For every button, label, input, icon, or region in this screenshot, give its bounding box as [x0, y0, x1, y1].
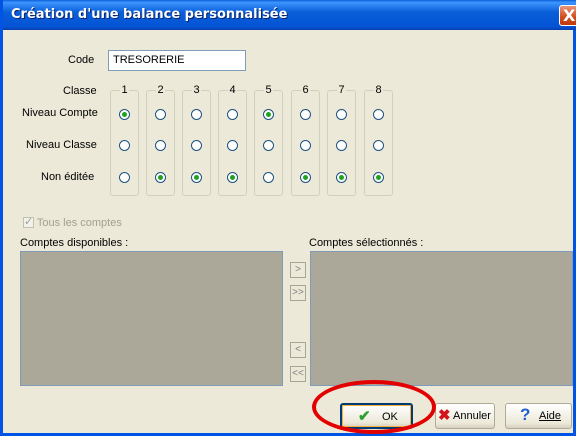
classe-group-4: 4 [218, 84, 247, 196]
cancel-button[interactable]: ✖ Annuler [435, 403, 495, 429]
all-accounts-label: Tous les comptes [36, 217, 122, 229]
dialog-window: Création d'une balance personnalisée X C… [0, 0, 576, 436]
classe-number: 5 [255, 84, 282, 96]
row-label-niveau-classe: Niveau Classe [26, 139, 97, 151]
classe-number-label: 2 [156, 84, 165, 96]
ok-button[interactable]: ✔ OK [340, 403, 413, 429]
radio-classe-6-row-1[interactable] [300, 109, 311, 120]
radio-classe-8-row-1[interactable] [373, 109, 384, 120]
classe-number: 8 [365, 84, 392, 96]
radio-classe-7-row-2[interactable] [336, 140, 347, 151]
help-label: Aide [539, 410, 562, 422]
classe-number-label: 4 [228, 84, 237, 96]
close-icon: X [563, 6, 576, 25]
help-button[interactable]: ? Aide [505, 403, 572, 429]
ok-label: OK [382, 411, 398, 423]
radio-classe-7-row-1[interactable] [336, 109, 347, 120]
classe-group-8: 8 [364, 84, 393, 196]
classe-number-label: 5 [264, 84, 273, 96]
classe-number: 7 [328, 84, 355, 96]
code-input[interactable]: TRESORERIE [108, 50, 246, 71]
radio-classe-1-row-1[interactable] [119, 109, 130, 120]
classe-group-2: 2 [146, 84, 175, 196]
radio-classe-2-row-2[interactable] [155, 140, 166, 151]
radio-classe-8-row-2[interactable] [373, 140, 384, 151]
radio-classe-3-row-2[interactable] [191, 140, 202, 151]
classe-group-7: 7 [327, 84, 356, 196]
radio-classe-1-row-3[interactable] [119, 172, 130, 183]
radio-classe-7-row-3[interactable] [336, 172, 347, 183]
radio-classe-3-row-3[interactable] [191, 172, 202, 183]
radio-classe-2-row-1[interactable] [155, 109, 166, 120]
row-label-non-editee: Non éditée [41, 171, 95, 183]
classe-group-6: 6 [291, 84, 320, 196]
cancel-label: Annuler [453, 410, 491, 422]
radio-classe-1-row-2[interactable] [119, 140, 130, 151]
classe-number: 6 [292, 84, 319, 96]
checkbox-icon [23, 215, 34, 228]
window-title: Création d'une balance personnalisée [11, 7, 288, 22]
selected-accounts-list[interactable] [310, 251, 573, 386]
classe-group-3: 3 [182, 84, 211, 196]
radio-classe-2-row-3[interactable] [155, 172, 166, 183]
radio-classe-8-row-3[interactable] [373, 172, 384, 183]
radio-classe-6-row-2[interactable] [300, 140, 311, 151]
available-list-label: Comptes disponibles : [20, 237, 129, 249]
classe-number: 4 [219, 84, 246, 96]
classe-number: 2 [147, 84, 174, 96]
available-accounts-list[interactable] [20, 251, 283, 386]
row-label-niveau-compte: Niveau Compte [22, 107, 98, 119]
add-one-button[interactable]: > [290, 262, 306, 278]
radio-classe-5-row-1[interactable] [263, 109, 274, 120]
remove-all-button[interactable]: << [290, 366, 306, 382]
classe-group-5: 5 [254, 84, 283, 196]
question-icon: ? [520, 405, 531, 424]
remove-one-button[interactable]: < [290, 342, 306, 358]
title-bar[interactable]: Création d'une balance personnalisée X [3, 0, 576, 30]
classe-group-1: 1 [110, 84, 139, 196]
add-all-button[interactable]: >> [290, 285, 306, 301]
classe-number-label: 6 [301, 84, 310, 96]
radio-classe-4-row-1[interactable] [227, 109, 238, 120]
radio-classe-4-row-2[interactable] [227, 140, 238, 151]
check-icon: ✔ [358, 408, 371, 425]
radio-classe-4-row-3[interactable] [227, 172, 238, 183]
classe-number: 1 [111, 84, 138, 96]
classe-number-label: 3 [192, 84, 201, 96]
all-accounts-checkbox[interactable]: Tous les comptes [23, 215, 122, 229]
selected-list-label: Comptes sélectionnés : [309, 237, 424, 249]
code-label: Code [68, 54, 95, 66]
radio-classe-5-row-2[interactable] [263, 140, 274, 151]
classe-number-label: 1 [120, 84, 129, 96]
classe-number: 3 [183, 84, 210, 96]
classe-number-label: 8 [374, 84, 383, 96]
classe-label: Classe [63, 85, 97, 97]
close-button[interactable]: X [559, 5, 576, 26]
radio-classe-3-row-1[interactable] [191, 109, 202, 120]
classe-number-label: 7 [337, 84, 346, 96]
radio-classe-5-row-3[interactable] [263, 172, 274, 183]
x-icon: ✖ [438, 407, 451, 424]
radio-classe-6-row-3[interactable] [300, 172, 311, 183]
